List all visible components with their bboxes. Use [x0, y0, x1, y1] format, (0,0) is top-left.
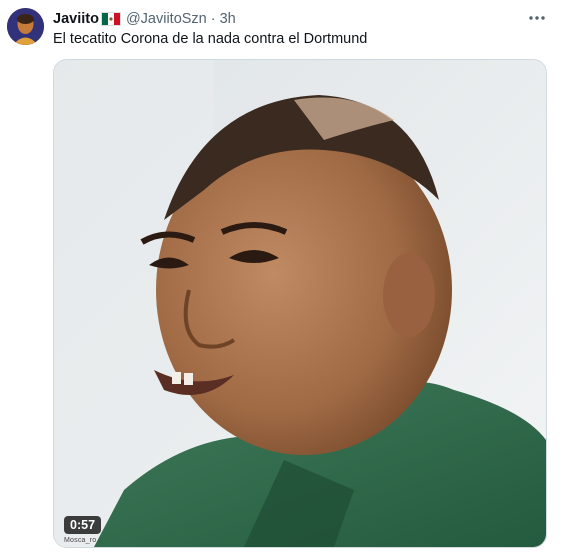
avatar[interactable] — [7, 8, 44, 45]
display-name[interactable]: Javiito — [53, 11, 99, 27]
video-duration-badge: 0:57 — [64, 516, 102, 534]
tweet-text: El tecatito Corona de la nada contra el … — [53, 31, 368, 47]
cutoff-next-line — [60, 552, 210, 558]
user-handle[interactable]: @JaviitoSzn — [126, 11, 207, 27]
more-horizontal-icon[interactable] — [525, 8, 549, 28]
video-player[interactable]: 0:57 Mosca_ro... — [53, 59, 547, 548]
video-watermark: Mosca_ro... — [64, 537, 103, 544]
mexico-flag-icon — [100, 12, 121, 26]
timestamp[interactable]: 3h — [220, 11, 236, 27]
video-thumbnail — [54, 60, 546, 547]
separator-dot: · — [210, 11, 216, 27]
avatar-image — [7, 8, 44, 45]
tweet-header: Javiito @JaviitoSzn · 3h — [53, 9, 236, 29]
